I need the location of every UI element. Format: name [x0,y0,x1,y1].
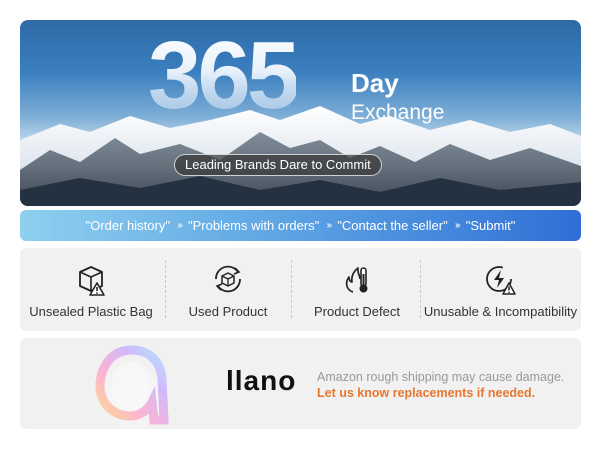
reason-label: Product Defect [314,304,400,319]
lightning-warning-icon [485,266,516,295]
hero-number: 365 [148,22,300,129]
reason-label: Unusable & Incompatibility [423,304,578,319]
step-order-history: "Order history" [85,218,170,233]
chevrons-icon: ››› [176,220,183,231]
reason-product-defect: Product Defect [292,248,422,331]
reason-unsealed-bag: Unsealed Plastic Bag [20,248,162,331]
chevrons-icon: ››› [326,220,332,231]
return-steps-bar: "Order history" ››› "Problems with order… [20,210,581,241]
step-contact-seller: "Contact the seller" [337,218,448,233]
reason-unusable-incompatibility: Unusable & Incompatibility [420,248,581,331]
reason-label: Unsealed Plastic Bag [29,304,153,319]
chevrons-icon: ››› [454,220,461,231]
hero-banner: 365 Day Exchange Leading Brands Dare to … [20,20,581,206]
reason-label: Used Product [188,304,268,319]
hero-tagline-badge: Leading Brands Dare to Commit [174,154,382,176]
recycle-box-icon [215,265,241,293]
step-submit: "Submit" [465,218,516,233]
shipping-damage-note: Amazon rough shipping may cause damage. [317,370,565,384]
hero-exchange-label: Exchange [351,101,445,124]
fire-thermometer-icon [345,267,368,293]
replacement-note: Let us know replacements if needed. [317,386,536,400]
reason-used-product: Used Product [166,248,290,331]
brand-panel: llano Amazon rough shipping may cause da… [20,338,581,429]
hero-day-label: Day [351,68,399,98]
return-reasons-panel: Unsealed Plastic Bag Used Product Produc… [20,248,581,331]
llano-logo: llano [226,365,297,396]
step-problems-with-orders: "Problems with orders" [187,218,320,233]
glowing-logo-icon [84,344,180,429]
mountain-landscape [20,106,581,206]
box-warning-icon [79,266,105,296]
